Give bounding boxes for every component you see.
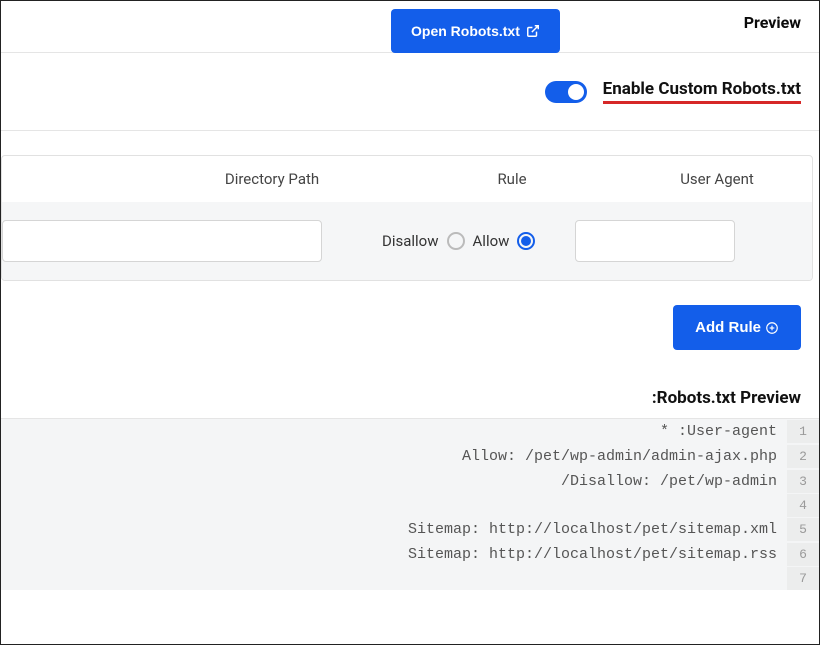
code-line: 2Allow: /pet/wp-admin/admin-ajax.php — [1, 444, 819, 469]
preview-link[interactable]: Preview — [744, 13, 801, 32]
rules-table-header: Directory Path Rule User Agent — [2, 156, 812, 202]
robots-preview-code: 1* :User-agent2Allow: /pet/wp-admin/admi… — [1, 418, 819, 590]
enable-custom-robots-label: Enable Custom Robots.txt — [603, 79, 801, 104]
line-content: Allow: /pet/wp-admin/admin-ajax.php — [1, 444, 787, 469]
disallow-radio[interactable] — [447, 232, 465, 250]
line-number: 7 — [787, 567, 819, 590]
rule-options: Disallow Allow — [382, 232, 535, 250]
add-rule-button[interactable]: Add Rule — [673, 305, 801, 350]
user-agent-input[interactable] — [575, 220, 735, 262]
enable-row: Enable Custom Robots.txt — [1, 53, 819, 131]
top-bar: Open Robots.txt Preview — [1, 1, 819, 53]
code-line: 6Sitemap: http://localhost/pet/sitemap.r… — [1, 542, 819, 567]
line-content: * :User-agent — [1, 419, 787, 444]
line-number: 1 — [787, 420, 819, 443]
line-number: 4 — [787, 494, 819, 517]
line-content: Sitemap: http://localhost/pet/sitemap.rs… — [1, 542, 787, 567]
allow-label: Allow — [473, 232, 510, 250]
header-rule: Rule — [372, 170, 652, 188]
code-line: 7 — [1, 567, 819, 590]
header-user-agent: User Agent — [652, 170, 782, 188]
line-content — [1, 575, 787, 583]
external-link-icon — [526, 24, 540, 38]
line-content: /Disallow: /pet/wp-admin — [1, 469, 787, 494]
code-line: 4 — [1, 494, 819, 517]
line-content: Sitemap: http://localhost/pet/sitemap.xm… — [1, 517, 787, 542]
allow-radio[interactable] — [517, 232, 535, 250]
directory-path-input[interactable] — [2, 220, 322, 262]
disallow-label: Disallow — [382, 232, 439, 250]
code-line: 5Sitemap: http://localhost/pet/sitemap.x… — [1, 517, 819, 542]
open-robots-button[interactable]: Open Robots.txt — [391, 9, 560, 53]
line-number: 2 — [787, 445, 819, 468]
add-rule-label: Add Rule — [695, 319, 761, 336]
plus-circle-icon — [765, 321, 779, 335]
line-number: 5 — [787, 518, 819, 541]
enable-toggle[interactable] — [545, 81, 587, 103]
code-line: 3/Disallow: /pet/wp-admin — [1, 469, 819, 494]
rules-table-row: Disallow Allow — [2, 202, 812, 280]
rules-table: Directory Path Rule User Agent Disallow … — [1, 155, 813, 281]
open-robots-label: Open Robots.txt — [411, 23, 520, 39]
header-directory-path: Directory Path — [32, 170, 372, 188]
code-line: 1* :User-agent — [1, 419, 819, 444]
robots-preview-heading: :Robots.txt Preview — [1, 382, 819, 418]
line-number: 6 — [787, 543, 819, 566]
line-number: 3 — [787, 470, 819, 493]
line-content — [1, 502, 787, 510]
add-rule-row: Add Rule — [1, 281, 819, 382]
